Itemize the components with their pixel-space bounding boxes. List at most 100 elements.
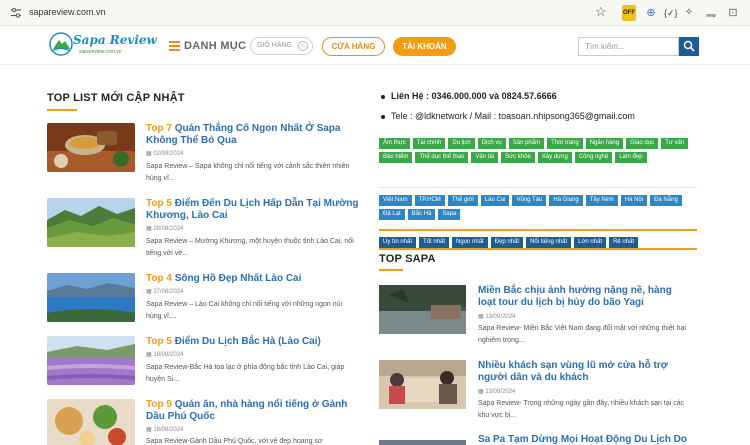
address-bar-url[interactable]: sapareview.com.vn [29,7,106,17]
tag-link-location[interactable]: Thế giới [447,195,478,206]
tag-link-ranking[interactable]: Tốt nhất [419,237,450,248]
browser-toolbar: sapareview.com.vn ☆ OFF ⊕ {✓} ✧ new ⊡ [0,0,750,26]
post-title[interactable]: Miền Bắc chịu ảnh hưởng nặng nề, hàng lo… [478,285,678,309]
tag-link-category[interactable]: Giáo dục [626,138,659,149]
post-title[interactable]: Top 7 Quán Thắng Cố Ngon Nhất Ở Sapa Khô… [146,123,361,147]
tag-link-ranking[interactable]: Nổi tiếng nhất [526,237,572,248]
category-menu-button[interactable]: DANH MỤC [169,39,246,53]
tag-link-category[interactable]: Xây dựng [537,152,572,163]
tag-link-ranking[interactable]: Rẻ nhất [609,237,639,248]
extension-menu-icon[interactable]: ⊡ [726,5,740,21]
tag-link-category[interactable]: Thể dục thể thao [415,152,469,163]
tag-link-location[interactable]: Đà Lạt [379,209,405,220]
account-button[interactable]: TÀI KHOẢN [393,37,456,56]
post-date: ▦ 28/08/2024 [146,226,184,232]
post-title[interactable]: Nhiều khách sạn vùng lũ mở cửa hỗ trợ ng… [478,360,678,384]
tag-group-locations: Việt Nam TP.HCM Thế giới Lào Cai Vũng Tàu Hà … [379,195,697,220]
list-item[interactable]: Sa Pa Tạm Dừng Mọi Hoạt Động Du Lịch Do [379,434,697,445]
post-thumbnail[interactable] [47,336,135,385]
cart-button[interactable]: GIỎ HÀNG ⌂ [250,37,313,55]
post-title[interactable]: Sa Pa Tạm Dừng Mọi Hoạt Động Du Lịch Do [478,434,693,445]
tag-link-category[interactable]: Công nghệ [574,152,613,163]
post-thumbnail[interactable] [47,273,135,322]
tag-group-categories: Ẩm thực Tài chính Du lịch Dịch vụ Sản phẩm Th… [379,138,697,163]
tag-link-ranking[interactable]: Lớn nhất [574,237,607,248]
tag-link-location[interactable]: Lào Cai [480,195,510,206]
extension-zoom-icon[interactable]: ⊕ [645,5,657,21]
list-item[interactable]: Top 7 Quán Thắng Cố Ngon Nhất Ở Sapa Khô… [47,123,349,183]
post-thumbnail[interactable] [379,440,466,445]
list-item[interactable]: Top 9 Quán ăn, nhà hàng nổi tiếng ở Gành… [47,399,347,445]
bookmark-star-icon[interactable]: ☆ [595,4,607,20]
post-title[interactable]: Top 9 Quán ăn, nhà hàng nổi tiếng ở Gành… [146,399,361,423]
post-date: ▦ 02/09/2024 [146,151,184,157]
post-excerpt: Sapa Review – Sapa không chỉ nổi tiếng v… [146,163,350,182]
site-settings-icon[interactable] [10,7,22,19]
site-header: Sapa Review sapareview.com.vn DANH MỤC G… [0,26,750,65]
tag-link-category[interactable]: Sản phẩm [508,138,545,149]
tag-link-category[interactable]: Vận tải [471,152,499,163]
logo-subtext: sapareview.com.vn [79,49,122,55]
post-thumbnail[interactable] [47,399,135,445]
tag-link-location[interactable]: Việt Nam [379,195,412,206]
tag-link-category[interactable]: Làm đẹp [615,152,647,163]
list-item[interactable]: Miền Bắc chịu ảnh hưởng nặng nề, hàng lo… [379,285,697,347]
logo-mountain-icon [49,32,73,56]
tag-link-location[interactable]: TP.HCM [414,195,445,206]
post-thumbnail[interactable] [379,285,466,334]
post-excerpt: Sapa Review- Trong những ngày gần đây, n… [478,400,685,419]
cart-label: GIỎ HÀNG [257,42,293,49]
extension-puzzle-icon[interactable]: ✧ [683,5,695,21]
post-date: ▦ 27/08/2024 [146,289,184,295]
tag-link-category[interactable]: Tài chính [412,138,446,149]
tag-link-category[interactable]: Sức khỏe [501,152,535,163]
post-title[interactable]: Top 5 Điểm Đến Du Lịch Hấp Dẫn Tại Mường… [146,198,361,222]
tag-link-location[interactable]: Tây Ninh [585,195,618,206]
post-date: ▦ 18/08/2024 [146,352,184,358]
tag-link-location[interactable]: Vũng Tàu [512,195,547,206]
tag-link-category[interactable]: Tư vấn [661,138,689,149]
post-date: ▦ 13/09/2024 [478,389,516,395]
store-button[interactable]: CỬA HÀNG [322,37,385,56]
list-item[interactable]: Top 5 Điểm Du Lịch Bắc Hà (Lào Cai) ▦ 18… [47,336,344,391]
tag-link-location[interactable]: Hà Nội [620,195,648,206]
top-sapa-title: TOP SAPA [379,253,436,265]
tag-link-category[interactable]: Bảo hiểm [379,152,413,163]
post-title[interactable]: Top 4 Sông Hồ Đẹp Nhất Lào Cai [146,273,361,285]
tag-link-ranking[interactable]: Ngon nhất [452,237,488,248]
extension-off-icon[interactable]: OFF [622,5,636,21]
list-item[interactable]: Top 4 Sông Hồ Đẹp Nhất Lào Cai ▦ 27/08/2… [47,273,342,328]
tag-link-category[interactable]: Ngân hàng [585,138,624,149]
divider-orange [379,248,697,250]
cart-icon: ⌂ [298,41,308,51]
tag-link-ranking[interactable]: Đẹp nhất [490,237,524,248]
site-logo[interactable]: Sapa Review sapareview.com.vn [49,31,157,59]
post-title[interactable]: Top 5 Điểm Du Lịch Bắc Hà (Lào Cai) [146,336,361,348]
tag-link-location[interactable]: Hà Giang [549,195,583,206]
hamburger-icon [169,41,180,51]
top-list-underline [47,109,77,111]
tag-link-location[interactable]: Sapa [438,209,461,220]
tag-link-ranking[interactable]: Uy tín nhất [379,237,417,248]
search-button[interactable] [679,37,699,56]
tag-link-category[interactable]: Dịch vụ [477,138,506,149]
extension-new-icon[interactable]: new [704,5,718,21]
post-date: ▦ 18/08/2024 [146,427,184,433]
post-thumbnail[interactable] [47,198,135,247]
tag-link-category[interactable]: Du lịch [448,138,475,149]
search-icon [683,40,695,52]
tag-link-category[interactable]: Ẩm thực [379,138,410,149]
post-thumbnail[interactable] [47,123,135,172]
top-sapa-underline [379,269,403,271]
tag-link-category[interactable]: Thời trang [547,138,583,149]
post-thumbnail[interactable] [379,360,466,409]
search-input[interactable] [578,37,679,56]
extension-code-icon[interactable]: {✓} [664,5,678,21]
tag-link-location[interactable]: Đà Nẵng [650,195,682,206]
tag-group-rankings: Uy tín nhất Tốt nhất Ngon nhất Đẹp nhất Nổi … [379,237,697,248]
logo-text: Sapa Review [73,33,157,47]
tag-link-location[interactable]: Bắc Hà [407,209,436,220]
divider [379,187,697,188]
list-item[interactable]: Nhiều khách sạn vùng lũ mở cửa hỗ trợ ng… [379,360,697,422]
list-item[interactable]: Top 5 Điểm Đến Du Lịch Hấp Dẫn Tại Mường… [47,198,359,258]
